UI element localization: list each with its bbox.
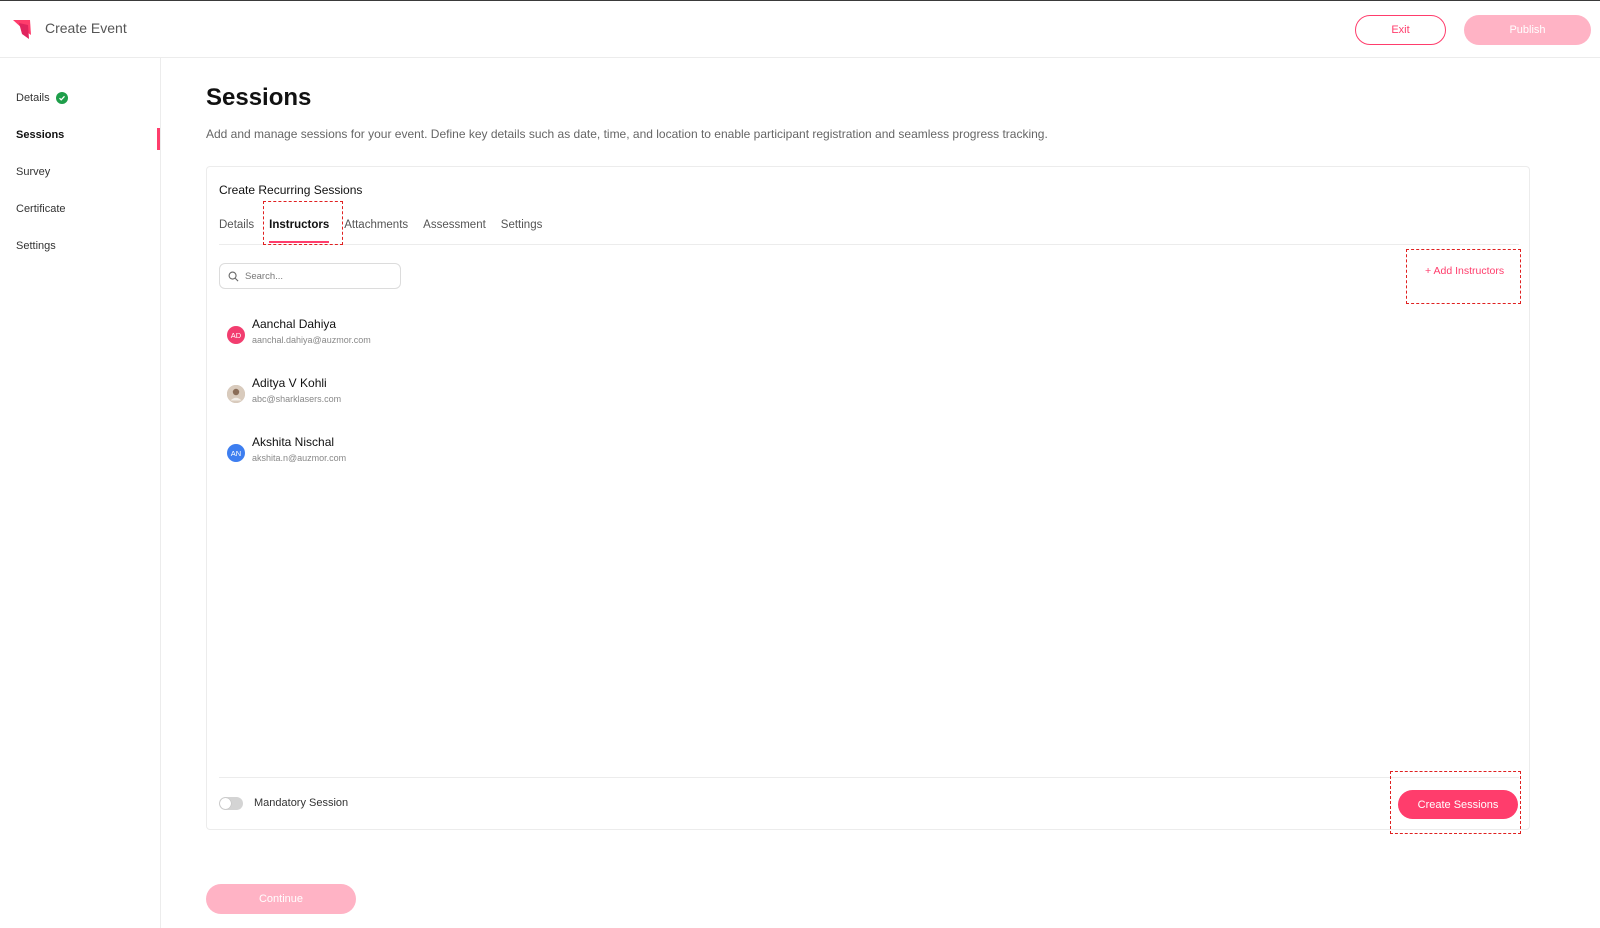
create-sessions-button[interactable]: Create Sessions bbox=[1398, 790, 1518, 819]
app-title: Create Event bbox=[45, 20, 127, 36]
panel-title: Create Recurring Sessions bbox=[219, 183, 363, 197]
sidebar-item-survey[interactable]: Survey bbox=[16, 166, 50, 178]
sidebar-item-settings[interactable]: Settings bbox=[16, 240, 56, 252]
recurring-sessions-panel: Create Recurring Sessions Details Instru… bbox=[206, 166, 1530, 830]
exit-button[interactable]: Exit bbox=[1355, 15, 1446, 45]
instructor-name: Aditya V Kohli bbox=[252, 376, 327, 390]
check-circle-icon bbox=[55, 92, 68, 104]
sidebar: Details Sessions Survey Certificate Sett… bbox=[0, 58, 161, 928]
publish-button[interactable]: Publish bbox=[1464, 15, 1591, 45]
instructor-name: Aanchal Dahiya bbox=[252, 317, 337, 331]
continue-button[interactable]: Continue bbox=[206, 884, 356, 914]
search-input[interactable] bbox=[245, 270, 385, 282]
page-description: Add and manage sessions for your event. … bbox=[206, 127, 1048, 141]
search-icon bbox=[228, 271, 239, 281]
sidebar-item-label: Certificate bbox=[16, 203, 66, 215]
avatar bbox=[227, 385, 245, 403]
sidebar-item-details[interactable]: Details bbox=[16, 92, 68, 104]
instructor-name: Akshita Nischal bbox=[252, 435, 335, 449]
add-instructors-button[interactable]: + Add Instructors bbox=[1425, 265, 1504, 277]
tab-instructors[interactable]: Instructors bbox=[269, 219, 330, 243]
search-box bbox=[219, 263, 401, 289]
mandatory-session-label: Mandatory Session bbox=[254, 797, 349, 809]
sidebar-item-sessions[interactable]: Sessions bbox=[16, 129, 64, 141]
sidebar-active-indicator bbox=[157, 128, 160, 150]
tab-settings[interactable]: Settings bbox=[501, 219, 543, 239]
tab-assessment[interactable]: Assessment bbox=[423, 219, 486, 239]
tab-divider bbox=[219, 244, 1519, 245]
avatar: AN bbox=[227, 444, 245, 462]
sidebar-item-label: Settings bbox=[16, 240, 56, 252]
sidebar-item-label: Details bbox=[16, 92, 50, 104]
brand-logo bbox=[13, 20, 31, 39]
user-photo-icon bbox=[227, 385, 245, 403]
sidebar-item-label: Survey bbox=[16, 166, 51, 178]
instructor-email: aanchal.dahiya@auzmor.com bbox=[252, 335, 371, 345]
sidebar-item-certificate[interactable]: Certificate bbox=[16, 203, 66, 215]
instructor-list: AD Aanchal Dahiya aanchal.dahiya@auzmor.… bbox=[227, 317, 527, 494]
avatar: AD bbox=[227, 326, 245, 344]
page-title: Sessions bbox=[206, 84, 312, 111]
instructor-email: akshita.n@auzmor.com bbox=[252, 453, 347, 463]
mandatory-session-toggle[interactable] bbox=[219, 797, 243, 810]
sidebar-item-label: Sessions bbox=[16, 129, 65, 141]
instructor-row: AN Akshita Nischal akshita.n@auzmor.com bbox=[227, 435, 527, 494]
tab-details[interactable]: Details bbox=[219, 219, 254, 239]
tab-attachments[interactable]: Attachments bbox=[344, 219, 408, 239]
instructor-email: abc@sharklasers.com bbox=[252, 394, 342, 404]
toggle-knob bbox=[220, 798, 231, 809]
instructor-row: AD Aanchal Dahiya aanchal.dahiya@auzmor.… bbox=[227, 317, 527, 376]
panel-footer-divider bbox=[219, 777, 1519, 778]
top-bar: Create Event Exit Publish bbox=[0, 0, 1600, 58]
session-tabs: Details Instructors Attachments Assessme… bbox=[219, 219, 543, 243]
instructor-row: Aditya V Kohli abc@sharklasers.com bbox=[227, 376, 527, 435]
